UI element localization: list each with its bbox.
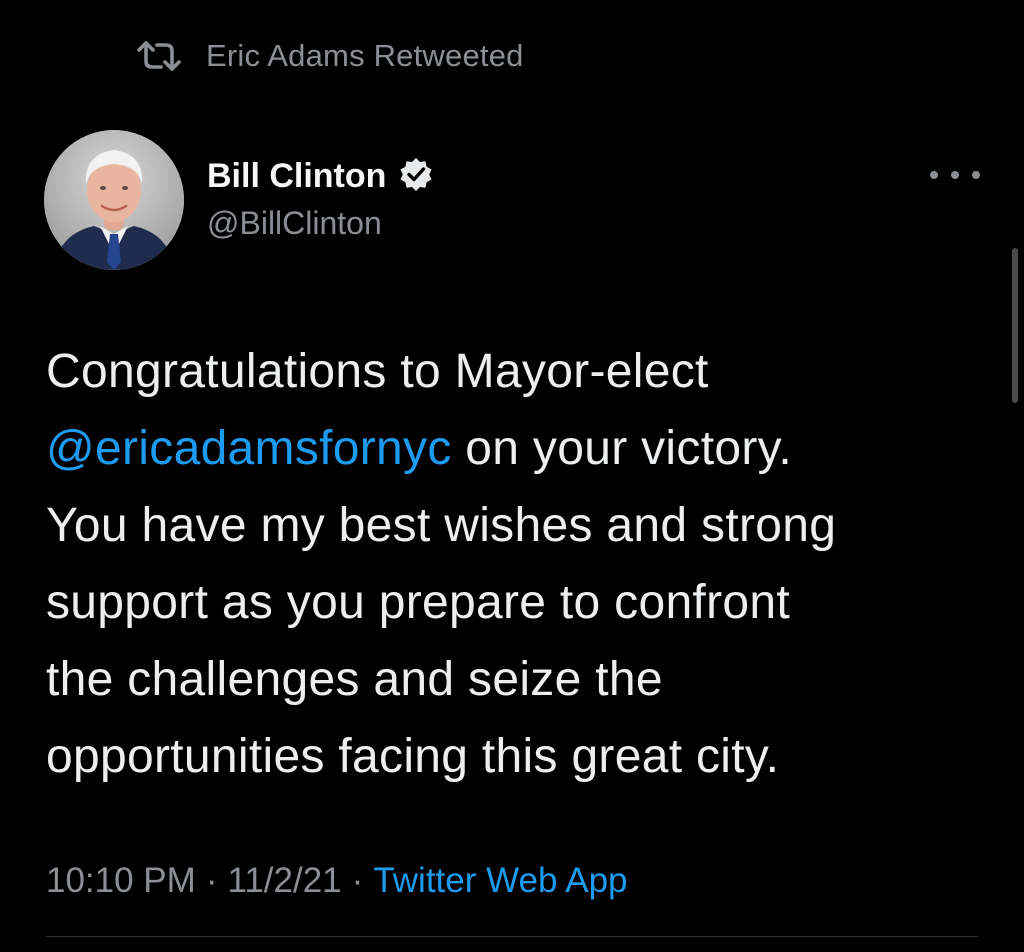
tweet-metadata: 10:10 PM · 11/2/21 · Twitter Web App xyxy=(46,858,628,904)
verified-badge-icon xyxy=(398,156,434,197)
more-dot xyxy=(972,171,980,179)
retweet-icon xyxy=(136,39,182,73)
tweet-line: the challenges and seize the xyxy=(46,653,663,706)
retweeted-by-text: Eric Adams Retweeted xyxy=(206,38,524,73)
mention-link[interactable]: @ericadamsfornyc xyxy=(46,422,452,475)
tweet-author[interactable]: Bill Clinton @BillClinton xyxy=(207,153,434,242)
author-handle[interactable]: @BillClinton xyxy=(207,205,434,242)
scrollbar[interactable] xyxy=(1012,248,1018,403)
tweet-line: support as you prepare to confront xyxy=(46,576,790,629)
tweet-date[interactable]: 11/2/21 xyxy=(227,861,341,901)
tweet-line: You have my best wishes and strong xyxy=(46,499,837,552)
meta-separator: · xyxy=(205,861,218,900)
tweet-line: opportunities facing this great city. xyxy=(46,730,780,783)
tweet-line: Congratulations to Mayor-elect xyxy=(46,345,709,398)
avatar[interactable] xyxy=(44,130,184,270)
tweet-source-link[interactable]: Twitter Web App xyxy=(373,861,627,901)
tweet-line-text: on your victory. xyxy=(451,422,792,475)
more-horizontal-icon[interactable] xyxy=(930,160,980,190)
more-dot xyxy=(951,171,959,179)
tweet-text: Congratulations to Mayor-elect @ericadam… xyxy=(46,333,996,795)
tweet-time[interactable]: 10:10 PM xyxy=(46,861,196,901)
meta-separator: · xyxy=(351,861,364,900)
author-display-name[interactable]: Bill Clinton xyxy=(207,157,386,196)
tweet-line: @ericadamsfornyc on your victory. xyxy=(46,410,996,487)
divider xyxy=(46,936,978,937)
social-context[interactable]: Eric Adams Retweeted xyxy=(136,34,524,78)
more-dot xyxy=(930,171,938,179)
